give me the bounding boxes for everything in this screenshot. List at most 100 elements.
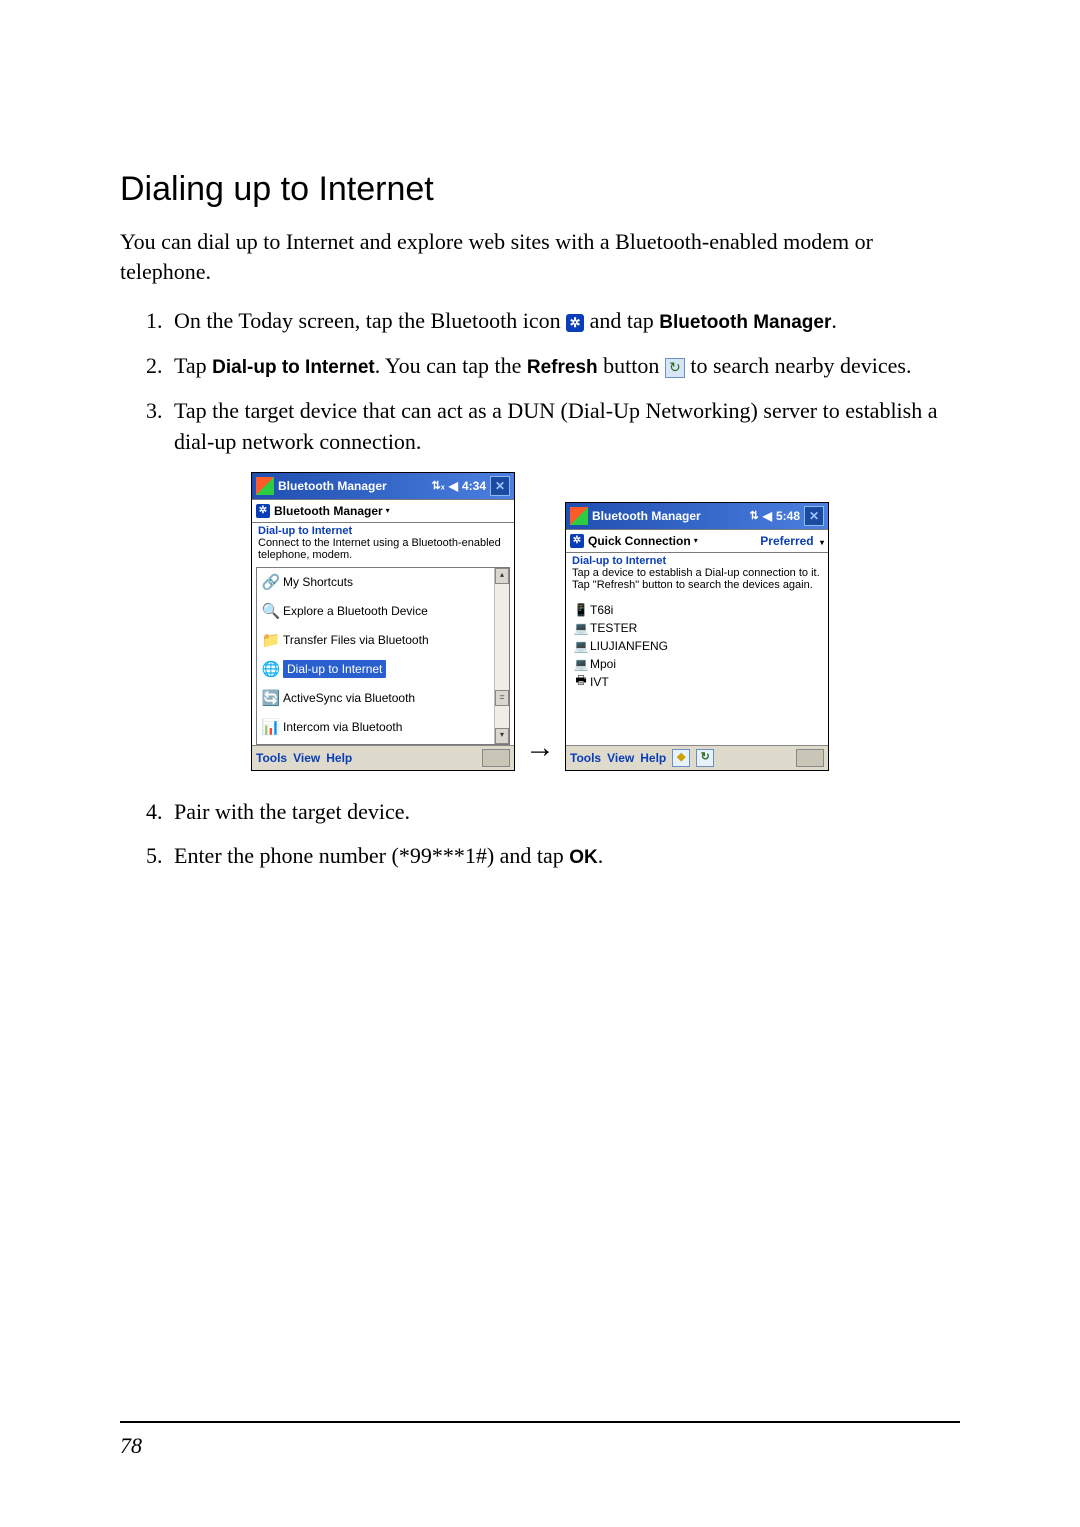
device-row[interactable]: 💻TESTER (572, 619, 822, 637)
list-item-icon: 🔍 (259, 602, 283, 620)
toolbar-label-left[interactable]: Bluetooth Manager (274, 504, 383, 518)
bluetooth-icon: ✲ (566, 314, 584, 332)
list-item-label: Explore a Bluetooth Device (283, 604, 428, 618)
signal-icon: ⇅ₓ (431, 479, 444, 492)
list-item[interactable]: 📁Transfer Files via Bluetooth (257, 626, 494, 655)
step-2-text-a: Tap (174, 353, 212, 378)
screenshots-row: Bluetooth Manager ⇅ₓ ◀ 4:34 ✕ ✲ Bluetoot… (120, 472, 960, 771)
device-list: 📱T68i💻TESTER💻LIUJIANFENG💻Mpoi🖶IVT (566, 597, 828, 745)
keyboard-icon[interactable] (482, 749, 510, 767)
scroll-track[interactable] (495, 584, 509, 691)
step-1-text-b: and tap (584, 308, 659, 333)
list-item-icon: 🔄 (259, 689, 283, 707)
device-row[interactable]: 📱T68i (572, 601, 822, 619)
menu-view[interactable]: View (293, 751, 320, 765)
step-2: Tap Dial-up to Internet. You can tap the… (168, 351, 960, 382)
chevron-down-icon: ▾ (694, 536, 698, 545)
titlebar-right: Bluetooth Manager ⇅ ◀ 5:48 ✕ (566, 503, 828, 529)
list-item-label: Dial-up to Internet (283, 660, 386, 678)
desc-body-left: Connect to the Internet using a Bluetoot… (258, 537, 508, 561)
list-item[interactable]: 📊Intercom via Bluetooth (257, 713, 494, 742)
device-icon: 📱 (572, 603, 590, 617)
refresh-icon[interactable]: ↻ (696, 749, 714, 767)
menu-help[interactable]: Help (326, 751, 352, 765)
title-right: Bluetooth Manager (592, 509, 750, 523)
titlebar-left: Bluetooth Manager ⇅ₓ ◀ 4:34 ✕ (252, 473, 514, 499)
scroll-track[interactable] (495, 706, 509, 727)
screenshot-right: Bluetooth Manager ⇅ ◀ 5:48 ✕ ✲ Quick Con… (565, 502, 829, 771)
start-flag-icon (570, 507, 588, 525)
device-label: TESTER (590, 621, 637, 635)
device-row[interactable]: 💻Mpoi (572, 655, 822, 673)
screenshot-left: Bluetooth Manager ⇅ₓ ◀ 4:34 ✕ ✲ Bluetoot… (251, 472, 515, 771)
list-item-icon: 📊 (259, 718, 283, 736)
device-icon: 💻 (572, 657, 590, 671)
step-3: Tap the target device that can act as a … (168, 396, 960, 458)
list-item[interactable]: 🌐Dial-up to Internet (257, 655, 494, 684)
desc-head-right: Dial-up to Internet (572, 555, 822, 567)
device-label: T68i (590, 603, 613, 617)
list-item-label: Transfer Files via Bluetooth (283, 633, 429, 647)
device-row[interactable]: 🖶IVT (572, 673, 822, 691)
list-area-left: 🔗My Shortcuts🔍Explore a Bluetooth Device… (256, 567, 510, 745)
title-left: Bluetooth Manager (278, 479, 431, 493)
list-item-icon: 🌐 (259, 660, 283, 678)
device-icon: 💻 (572, 639, 590, 653)
bluetooth-icon: ✲ (570, 534, 584, 548)
list-item-label: ActiveSync via Bluetooth (283, 691, 415, 705)
toolbar-right: ✲ Quick Connection ▾ Preferred ▾ (566, 529, 828, 553)
steps-list-continued: Pair with the target device. Enter the p… (120, 797, 960, 873)
stop-icon[interactable]: ◆ (672, 749, 690, 767)
desc-head-left: Dial-up to Internet (258, 525, 508, 537)
preferred-dropdown[interactable]: Preferred ▾ (760, 534, 824, 548)
device-icon: 🖶 (572, 671, 590, 692)
bottombar-left: Tools View Help (252, 745, 514, 770)
step-5-end: . (598, 843, 604, 868)
close-icon[interactable]: ✕ (804, 506, 824, 526)
step-1: On the Today screen, tap the Bluetooth i… (168, 306, 960, 337)
scroll-thumb[interactable]: = (495, 690, 509, 706)
scrollbar[interactable]: ▴ = ▾ (494, 568, 509, 744)
list-item[interactable]: 🔗My Shortcuts (257, 568, 494, 597)
description-left: Dial-up to Internet Connect to the Inter… (252, 523, 514, 567)
chevron-down-icon: ▾ (820, 538, 824, 547)
step-2-text-c: button (598, 353, 665, 378)
footer-rule (120, 1421, 960, 1423)
device-row[interactable]: 💻LIUJIANFENG (572, 637, 822, 655)
page-number: 78 (120, 1433, 142, 1459)
menu-tools[interactable]: Tools (256, 751, 287, 765)
bluetooth-icon: ✲ (256, 504, 270, 518)
signal-icon: ⇅ (750, 509, 759, 522)
dialup-label: Dial-up to Internet (212, 357, 375, 378)
list-item-icon: 🔗 (259, 573, 283, 591)
arrow-icon: → (525, 731, 555, 771)
step-5-text-a: Enter the phone number (*99***1#) and ta… (174, 843, 569, 868)
refresh-icon: ↻ (665, 358, 685, 378)
step-4: Pair with the target device. (168, 797, 960, 828)
bluetooth-manager-label: Bluetooth Manager (659, 312, 831, 333)
device-icon: 💻 (572, 621, 590, 635)
steps-list: On the Today screen, tap the Bluetooth i… (120, 306, 960, 457)
list-item[interactable]: 🔄ActiveSync via Bluetooth (257, 684, 494, 713)
menu-view[interactable]: View (607, 751, 634, 765)
menu-help[interactable]: Help (640, 751, 666, 765)
scroll-down-button[interactable]: ▾ (495, 728, 509, 744)
start-flag-icon (256, 477, 274, 495)
toolbar-label-right[interactable]: Quick Connection (588, 534, 691, 548)
list-item-label: Intercom via Bluetooth (283, 720, 402, 734)
keyboard-icon[interactable] (796, 749, 824, 767)
step-5: Enter the phone number (*99***1#) and ta… (168, 841, 960, 872)
section-heading: Dialing up to Internet (120, 170, 960, 209)
chevron-down-icon: ▾ (386, 506, 390, 515)
speaker-icon: ◀ (763, 509, 772, 523)
scroll-up-button[interactable]: ▴ (495, 568, 509, 584)
device-label: Mpoi (590, 657, 616, 671)
close-icon[interactable]: ✕ (490, 476, 510, 496)
toolbar-left: ✲ Bluetooth Manager ▾ (252, 499, 514, 523)
list-item[interactable]: 🔍Explore a Bluetooth Device (257, 597, 494, 626)
list-item-icon: 📁 (259, 631, 283, 649)
description-right: Dial-up to Internet Tap a device to esta… (566, 553, 828, 597)
speaker-icon: ◀ (449, 479, 458, 493)
menu-tools[interactable]: Tools (570, 751, 601, 765)
step-1-end: . (831, 308, 837, 333)
